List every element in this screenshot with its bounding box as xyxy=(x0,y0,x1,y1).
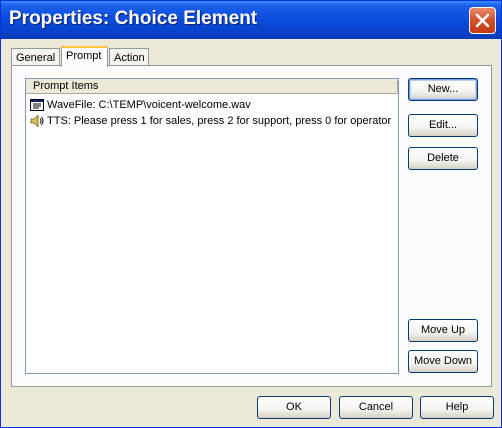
speaker-icon xyxy=(30,114,44,128)
cancel-button[interactable]: Cancel xyxy=(339,396,413,419)
list-item-text: TTS: Please press 1 for sales, press 2 f… xyxy=(47,115,392,127)
list-item-text: WaveFile: C:\TEMP\voicent-welcome.wav xyxy=(47,99,251,111)
ok-button[interactable]: OK xyxy=(257,396,331,419)
properties-dialog: Properties: Choice Element General Promp… xyxy=(0,0,502,428)
close-icon xyxy=(475,13,490,28)
close-button[interactable] xyxy=(469,7,496,34)
edit-button[interactable]: Edit... xyxy=(408,114,478,137)
move-down-button[interactable]: Move Down xyxy=(408,350,478,373)
list-column-header[interactable]: Prompt Items xyxy=(26,79,398,94)
help-button[interactable]: Help xyxy=(420,396,494,419)
title-bar[interactable]: Properties: Choice Element xyxy=(1,1,501,39)
prompt-items-list[interactable]: Prompt Items WaveFile: C:\TEMP\voicent-w… xyxy=(25,78,399,374)
tab-strip: General Prompt Action xyxy=(11,46,491,67)
tab-general[interactable]: General xyxy=(11,48,60,66)
new-button[interactable]: New... xyxy=(408,78,478,101)
tab-prompt[interactable]: Prompt xyxy=(61,46,108,67)
list-item[interactable]: TTS: Please press 1 for sales, press 2 f… xyxy=(30,113,391,129)
move-up-button[interactable]: Move Up xyxy=(408,319,478,342)
list-item[interactable]: WaveFile: C:\TEMP\voicent-welcome.wav xyxy=(30,97,251,113)
window-title: Properties: Choice Element xyxy=(9,8,258,29)
delete-button[interactable]: Delete xyxy=(408,147,478,170)
wavefile-icon xyxy=(30,98,44,112)
tab-action[interactable]: Action xyxy=(109,48,149,66)
